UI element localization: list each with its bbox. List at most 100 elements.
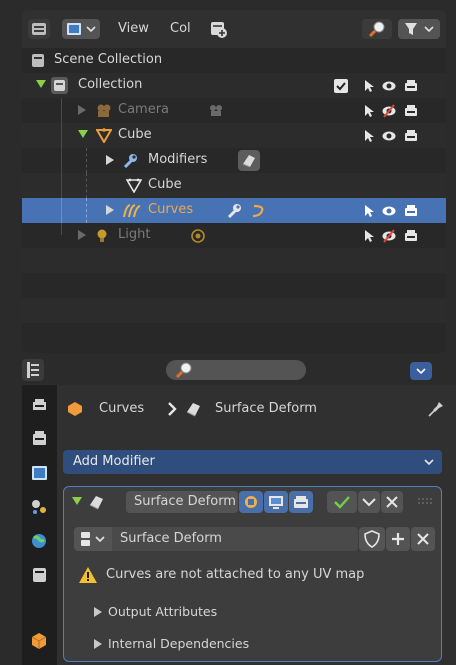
render-camera-icon[interactable]	[404, 104, 418, 118]
tab-tool[interactable]	[22, 389, 57, 422]
expand-toggle[interactable]	[106, 205, 114, 215]
tree-item-cube[interactable]: Cube	[22, 123, 446, 148]
filter-icon	[405, 23, 434, 35]
selectable-cursor-icon[interactable]	[362, 129, 376, 143]
expand-toggle[interactable]	[106, 155, 114, 165]
tab-output[interactable]	[22, 457, 57, 490]
tab-collection[interactable]	[22, 559, 57, 592]
tree-item-scene-collection[interactable]: Scene Collection	[22, 48, 446, 73]
chevron-down-icon	[362, 498, 376, 507]
selectable-cursor-icon[interactable]	[362, 229, 376, 243]
remove-modifier-button[interactable]	[381, 491, 403, 513]
render-camera-icon[interactable]	[404, 129, 418, 143]
breadcrumb: Curves Surface Deform	[57, 385, 456, 433]
empty-row	[22, 298, 446, 323]
collection-icon	[33, 568, 46, 582]
curves-data-icon	[252, 204, 264, 218]
internal-dependencies-section[interactable]: Internal Dependencies	[64, 629, 441, 659]
render-camera-icon[interactable]	[404, 204, 418, 218]
monitor-icon	[269, 496, 283, 509]
options-dropdown[interactable]	[410, 362, 432, 380]
object-cube-icon	[68, 402, 82, 416]
section-expand-toggle[interactable]	[94, 639, 102, 649]
fake-user-button[interactable]	[359, 527, 385, 551]
new-node-group-button[interactable]	[386, 527, 410, 551]
display-mode-dropdown[interactable]	[62, 19, 100, 39]
view-menu[interactable]: View	[118, 21, 149, 36]
expand-toggle[interactable]	[78, 230, 86, 240]
properties-tabs	[22, 385, 57, 665]
render-camera-icon[interactable]	[404, 79, 418, 93]
selectable-cursor-icon[interactable]	[362, 104, 376, 118]
tab-world[interactable]	[22, 525, 57, 558]
breadcrumb-object: Curves	[99, 401, 145, 416]
tree-item-cube-mesh[interactable]: Cube	[22, 173, 446, 198]
outliner-editor: View Col Scene Collection Collection Cam…	[0, 0, 456, 355]
world-globe-icon	[32, 534, 46, 548]
chevron-down-icon	[416, 368, 426, 375]
modifier-name: Surface Deform	[134, 494, 236, 509]
properties-search-input[interactable]	[166, 360, 306, 380]
exclude-checkbox[interactable]	[334, 79, 348, 93]
checkmark-icon	[334, 496, 350, 509]
chevron-right-icon	[168, 402, 177, 416]
collection-icon	[51, 77, 68, 94]
mesh-object-icon	[96, 128, 112, 143]
tab-object[interactable]	[22, 625, 57, 658]
search-filter-button[interactable]	[362, 19, 392, 39]
tab-scene[interactable]	[22, 491, 57, 524]
expand-toggle[interactable]	[78, 105, 86, 115]
collection-menu[interactable]: Col	[170, 21, 191, 36]
node-tree-icon	[81, 532, 105, 546]
selectable-cursor-icon[interactable]	[362, 204, 376, 218]
properties-editor: Curves Surface Deform Add Modifier Surfa…	[0, 355, 456, 665]
render-camera-icon[interactable]	[404, 229, 418, 243]
editor-type-button[interactable]	[22, 359, 44, 381]
filter-dropdown[interactable]	[398, 19, 440, 39]
modifier-menu-button[interactable]	[358, 491, 380, 513]
unlink-node-group-button[interactable]	[411, 527, 435, 551]
render-toggle[interactable]	[289, 491, 313, 513]
eye-icon[interactable]	[382, 79, 396, 93]
surface-deform-icon	[242, 155, 255, 168]
new-collection-button[interactable]	[208, 19, 228, 39]
tree-item-camera[interactable]: Camera	[22, 98, 446, 123]
camera-data-icon	[210, 105, 222, 116]
render-camera-icon	[294, 496, 308, 508]
tool-icon	[33, 399, 46, 410]
apply-button[interactable]	[327, 491, 357, 513]
shield-icon	[364, 530, 380, 548]
section-expand-toggle[interactable]	[94, 607, 102, 617]
drag-handle-icon[interactable]	[416, 496, 436, 510]
modifier-chip[interactable]	[238, 150, 260, 171]
tree-item-curves[interactable]: Curves	[22, 198, 446, 223]
editor-type-button[interactable]	[28, 19, 50, 39]
tab-render[interactable]	[22, 423, 57, 456]
node-group-selector[interactable]: Surface Deform	[74, 527, 358, 551]
edit-mode-toggle[interactable]	[239, 491, 263, 513]
tree-item-label: Camera	[118, 102, 170, 117]
eye-hidden-icon[interactable]	[382, 229, 396, 243]
expand-toggle[interactable]	[78, 130, 88, 138]
eye-hidden-icon[interactable]	[382, 104, 396, 118]
properties-header	[22, 355, 456, 385]
tree-item-collection[interactable]: Collection	[22, 73, 446, 98]
node-group-name-field[interactable]: Surface Deform	[112, 527, 358, 551]
output-attributes-section[interactable]: Output Attributes	[64, 597, 441, 627]
tree-item-light[interactable]: Light	[22, 223, 446, 248]
scene-collection-icon	[32, 54, 44, 67]
expand-toggle[interactable]	[36, 80, 46, 88]
pin-icon[interactable]	[427, 400, 445, 418]
modifier-name-field[interactable]: Surface Deform	[126, 491, 238, 513]
eye-icon[interactable]	[382, 204, 396, 218]
section-label: Output Attributes	[108, 604, 218, 619]
tree-item-modifiers[interactable]: Modifiers	[22, 148, 446, 173]
add-modifier-dropdown[interactable]: Add Modifier	[63, 450, 442, 474]
breadcrumb-modifier: Surface Deform	[215, 401, 317, 416]
eye-icon[interactable]	[382, 129, 396, 143]
tree-item-label: Modifiers	[148, 152, 208, 167]
viewport-toggle[interactable]	[264, 491, 288, 513]
close-icon	[386, 496, 398, 508]
panel-collapse-toggle[interactable]	[72, 497, 82, 505]
selectable-cursor-icon[interactable]	[362, 79, 376, 93]
